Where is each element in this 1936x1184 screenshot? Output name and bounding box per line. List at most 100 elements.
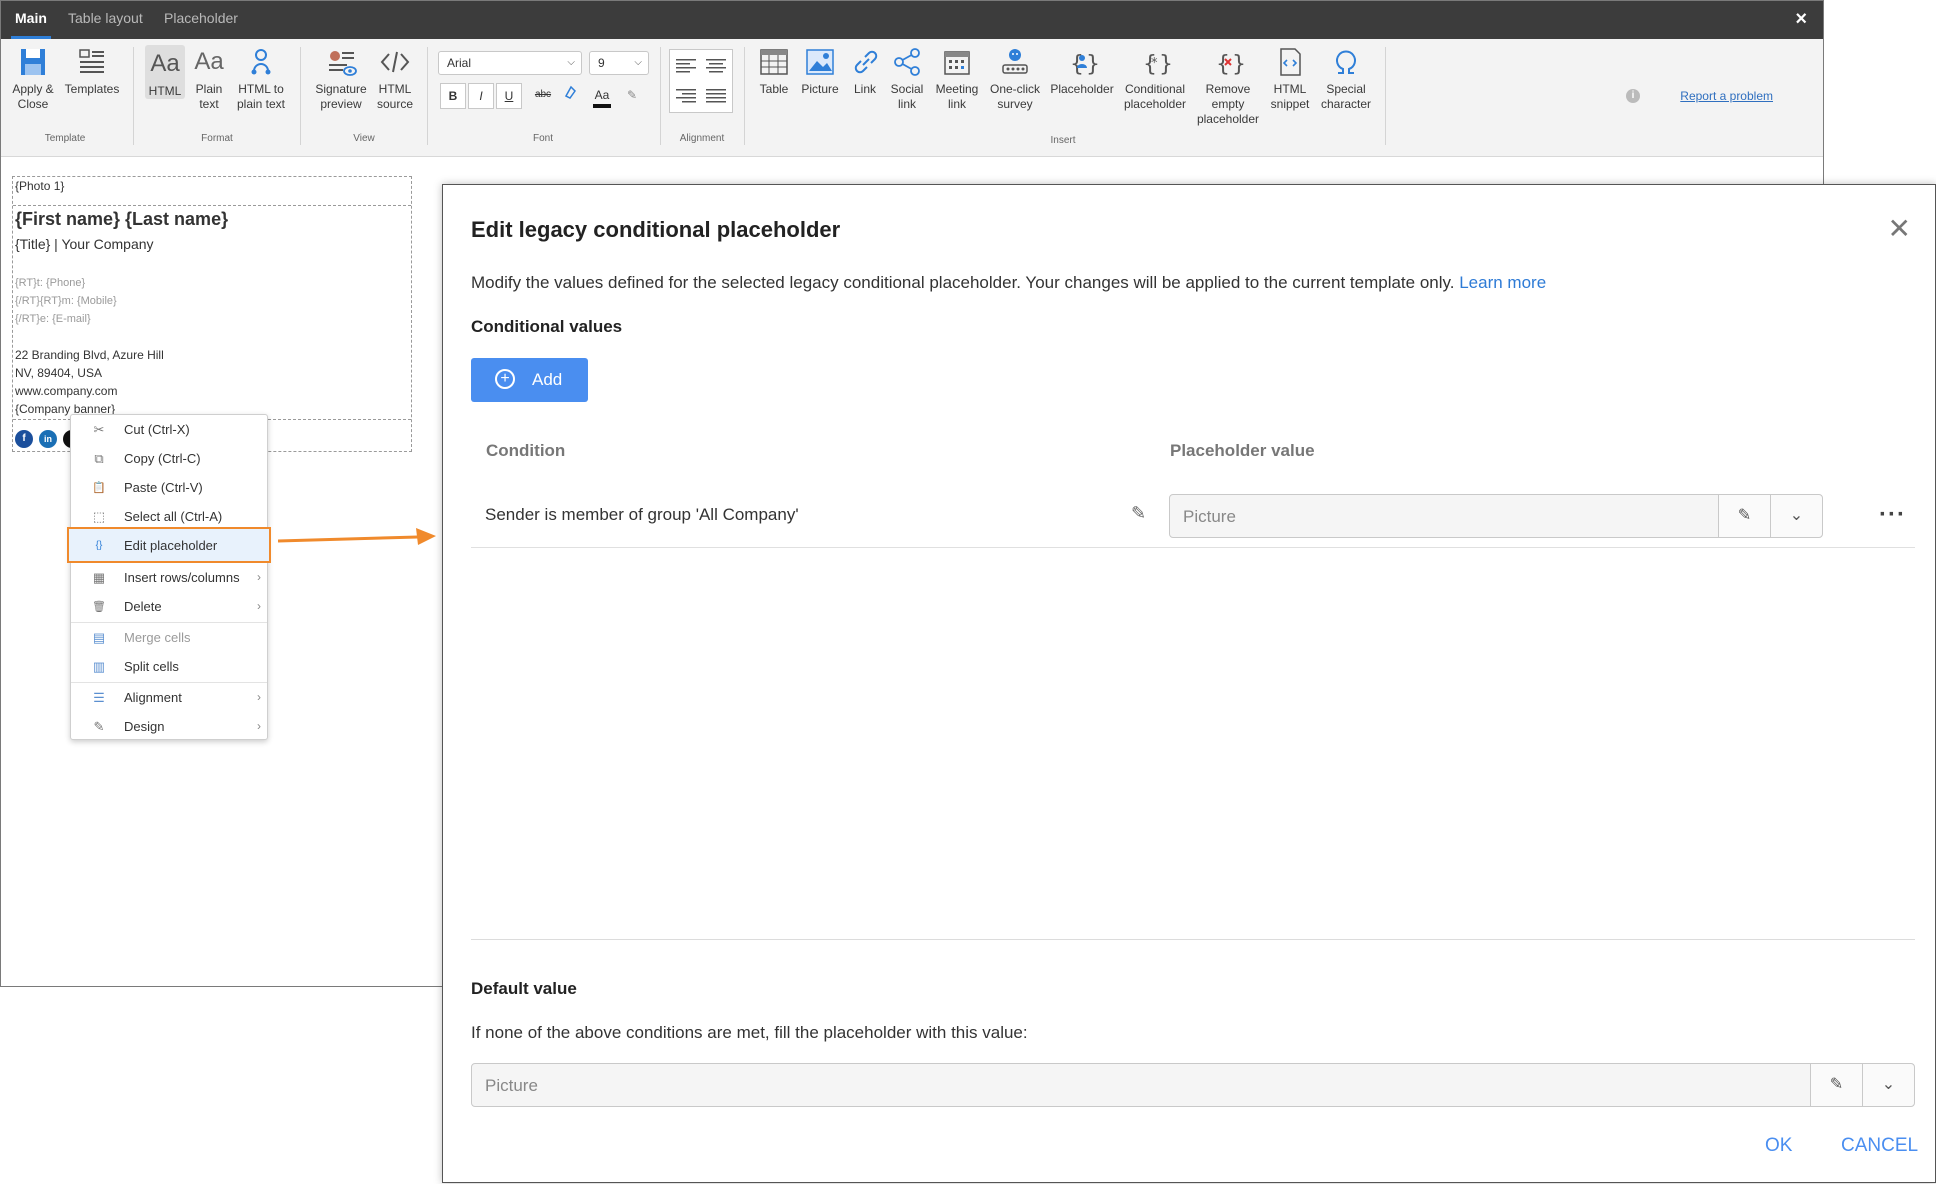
html-to-plain-label-1: HTML to xyxy=(238,82,284,96)
tab-placeholder[interactable]: Placeholder xyxy=(164,1,238,39)
svg-text:*: * xyxy=(1151,56,1158,71)
tab-main[interactable]: Main xyxy=(11,1,51,39)
strikethrough-button[interactable]: abc xyxy=(530,83,556,109)
link-label: Link xyxy=(853,82,876,96)
menu-item-design[interactable]: ✎ Design › xyxy=(71,712,267,742)
html-to-plain-button[interactable]: HTML to plain text xyxy=(233,45,289,112)
insert-table-button[interactable]: Table xyxy=(755,45,793,97)
menu-item-insert-rows-columns[interactable]: ▦ Insert rows/columns › xyxy=(71,563,267,593)
merge-icon: ▤ xyxy=(92,630,106,645)
default-value-heading: Default value xyxy=(471,979,577,998)
table-row: Sender is member of group 'All Company' … xyxy=(471,485,1915,548)
survey-label-2: survey xyxy=(997,97,1033,111)
italic-button[interactable]: I xyxy=(468,83,494,109)
group-label-font: Font xyxy=(532,133,553,144)
font-color-button[interactable]: Aa xyxy=(589,83,615,109)
table-label: Table xyxy=(759,82,789,96)
edit-condition-pencil-icon[interactable]: ✎ xyxy=(1131,503,1146,524)
signature-preview-label-2: preview xyxy=(320,97,362,111)
tab-table-layout[interactable]: Table layout xyxy=(68,1,143,39)
plain-text-label-2: text xyxy=(199,97,219,111)
remove-placeholder-label-1: Remove xyxy=(1205,82,1251,96)
plain-text-button[interactable]: Aa Plain text xyxy=(191,45,227,112)
picture-icon xyxy=(806,49,834,75)
group-label-view: View xyxy=(353,133,375,144)
font-color-icon: Aa xyxy=(594,88,610,102)
align-right-icon[interactable] xyxy=(674,84,698,108)
ribbon: Apply & Close Templates Template Aa HTML… xyxy=(1,39,1823,157)
cancel-button[interactable]: CANCEL xyxy=(1841,1135,1918,1157)
report-problem-link[interactable]: Report a problem xyxy=(1680,89,1773,103)
underline-button[interactable]: U xyxy=(496,83,522,109)
signature-preview-button[interactable]: Signature preview xyxy=(313,45,369,112)
conditional-placeholder-label-2: placeholder xyxy=(1123,97,1187,111)
menu-item-copy[interactable]: ⧉ Copy (Ctrl-C) xyxy=(71,444,267,474)
conditional-placeholder-icon: {}* xyxy=(1143,52,1172,77)
more-options-icon[interactable]: ··· xyxy=(1879,501,1906,529)
menu-item-delete[interactable]: 🗑 Delete › xyxy=(71,592,267,622)
highlight-button[interactable]: ✎ xyxy=(619,83,645,109)
html-snippet-label-1: HTML xyxy=(1273,82,1307,96)
menu-item-paste[interactable]: 📋 Paste (Ctrl-V) xyxy=(71,473,267,503)
chevron-right-icon: › xyxy=(257,719,261,733)
table-icon: ▦ xyxy=(92,570,106,585)
menu-item-label: Delete xyxy=(124,599,162,614)
default-value-field[interactable]: Picture ✎ ⌄ xyxy=(471,1063,1915,1107)
learn-more-link[interactable]: Learn more xyxy=(1459,273,1546,292)
insert-conditional-placeholder-button[interactable]: {} * Conditional placeholder xyxy=(1121,45,1189,112)
menu-item-cut[interactable]: ✂ Cut (Ctrl-X) xyxy=(71,415,267,445)
link-icon xyxy=(854,50,878,74)
html-format-button[interactable]: Aa HTML xyxy=(145,45,185,99)
chevron-down-icon[interactable]: ⌄ xyxy=(1862,1064,1914,1106)
align-justify-icon[interactable] xyxy=(704,84,728,108)
html-source-label-1: HTML xyxy=(378,82,412,96)
conditional-placeholder-label-1: Conditional xyxy=(1124,82,1186,96)
align-center-icon[interactable] xyxy=(704,54,728,78)
align-left-icon[interactable] xyxy=(674,54,698,78)
info-icon: i xyxy=(1626,89,1640,103)
remove-placeholder-icon: {} xyxy=(1216,52,1245,77)
close-icon[interactable]: ✕ xyxy=(1888,215,1911,243)
ok-button[interactable]: OK xyxy=(1765,1135,1792,1157)
insert-placeholder-button[interactable]: {} Placeholder xyxy=(1049,45,1115,97)
placeholder-label: Placeholder xyxy=(1050,82,1114,96)
remove-empty-placeholder-button[interactable]: {} Remove empty placeholder xyxy=(1195,45,1261,127)
chevron-down-icon[interactable]: ⌄ xyxy=(1770,495,1822,537)
insert-special-character-button[interactable]: Special character xyxy=(1319,45,1373,112)
split-icon: ▥ xyxy=(92,659,106,674)
templates-button[interactable]: Templates xyxy=(63,45,121,97)
alignment-grid xyxy=(669,49,733,113)
code-icon xyxy=(380,51,410,73)
placeholder-value-field[interactable]: Picture ✎ ⌄ xyxy=(1169,494,1823,538)
insert-social-link-button[interactable]: Social link xyxy=(887,45,927,112)
chevron-right-icon: › xyxy=(257,690,261,704)
photo-cell[interactable]: {Photo 1} xyxy=(13,177,411,206)
menu-item-label: Insert rows/columns xyxy=(124,570,240,585)
clear-format-button[interactable] xyxy=(558,83,584,109)
menu-item-split-cells[interactable]: ▥ Split cells xyxy=(71,652,267,682)
pencil-icon: ✎ xyxy=(93,719,105,734)
menu-item-edit-placeholder[interactable]: {} Edit placeholder xyxy=(67,527,271,563)
insert-picture-button[interactable]: Picture xyxy=(799,45,841,97)
edit-value-pencil-icon[interactable]: ✎ xyxy=(1718,495,1770,537)
bold-button[interactable]: B xyxy=(440,83,466,109)
insert-link-button[interactable]: Link xyxy=(849,45,881,97)
font-aa-icon: Aa xyxy=(150,50,180,77)
svg-text:{: { xyxy=(1216,52,1230,77)
html-source-button[interactable]: HTML source xyxy=(375,45,415,112)
group-label-alignment: Alignment xyxy=(679,133,725,144)
font-family-select[interactable]: Arial ⌵ xyxy=(438,51,582,75)
insert-survey-button[interactable]: One-click survey xyxy=(987,45,1043,112)
placeholder-value-text: Picture xyxy=(1183,507,1236,526)
edit-default-pencil-icon[interactable]: ✎ xyxy=(1810,1064,1862,1106)
insert-meeting-link-button[interactable]: Meeting link xyxy=(933,45,981,112)
font-size-select[interactable]: 9 ⌵ xyxy=(589,51,649,75)
insert-html-snippet-button[interactable]: HTML snippet xyxy=(1267,45,1313,112)
meeting-link-label-1: Meeting xyxy=(935,82,979,96)
close-editor-icon[interactable]: × xyxy=(1795,9,1807,29)
signature-template[interactable]: {Photo 1} {First name} {Last name} {Titl… xyxy=(12,176,412,452)
add-condition-button[interactable]: + Add xyxy=(471,358,588,402)
menu-item-label: Edit placeholder xyxy=(124,538,218,553)
menu-item-alignment[interactable]: ☰ Alignment › xyxy=(71,683,267,713)
apply-close-button[interactable]: Apply & Close xyxy=(9,45,57,112)
